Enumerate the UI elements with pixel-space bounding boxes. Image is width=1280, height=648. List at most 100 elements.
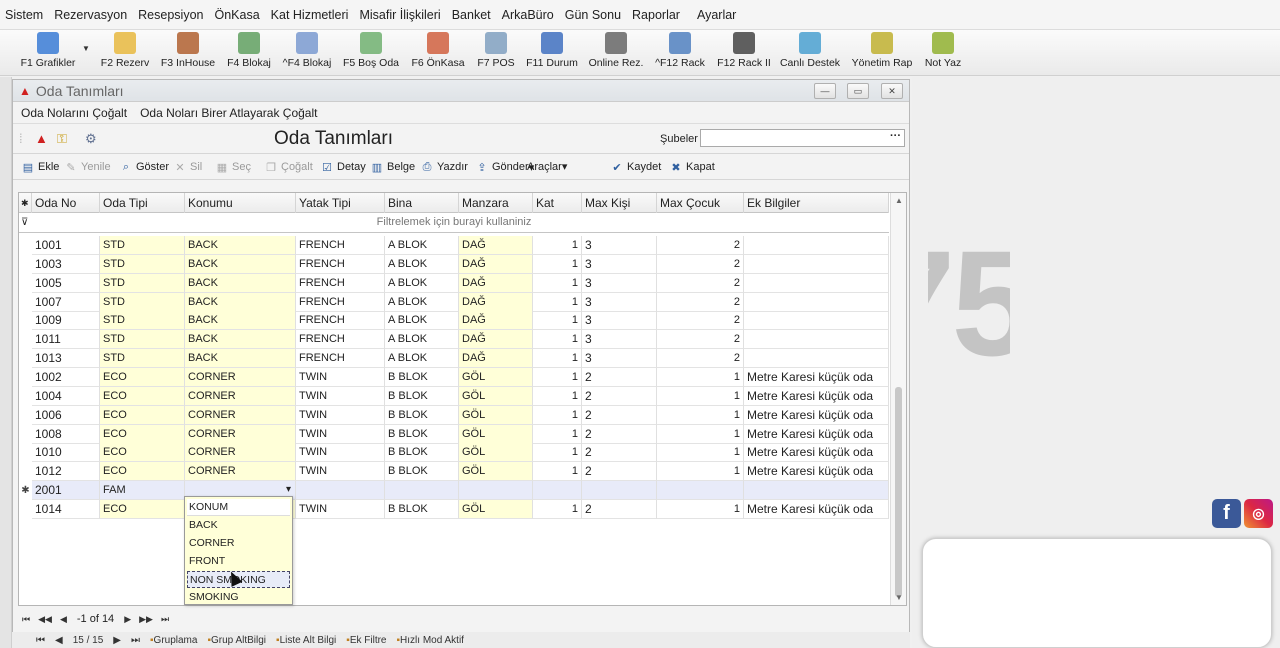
cell-konumu[interactable]: CORNER [185,405,296,425]
cell-max-ocuk[interactable]: 2 [657,311,744,331]
cell-kat[interactable]: 1 [533,405,582,425]
cell-yatak-tipi[interactable]: TWIN [296,462,385,482]
cell-manzara[interactable]: GÖL [459,386,533,406]
menu-ayarlar[interactable]: Ayarlar [694,8,739,22]
action-kaydet[interactable]: ✔ Kaydet [610,160,661,174]
status-liste-alt-bilgi[interactable]: ▪ Liste Alt Bilgi [276,635,336,646]
logo-small-icon[interactable]: ▲ [35,131,48,146]
prev-icon[interactable]: ◀ [55,635,63,646]
next-page-icon[interactable]: ▶▶ [139,614,153,625]
cell-max-ocuk[interactable]: 1 [657,405,744,425]
column-header-manzara[interactable]: Manzara [459,193,533,213]
cell-oda-no[interactable]: 1006 [32,405,100,425]
status-h-zl-mod-aktif[interactable]: ▪ Hızlı Mod Aktif [397,635,464,646]
cell-max-ki-i[interactable]: 3 [582,292,657,312]
column-header-max-ki-i[interactable]: Max Kişi [582,193,657,213]
column-header-kat[interactable]: Kat [533,193,582,213]
cell-yatak-tipi[interactable]: FRENCH [296,311,385,331]
cell-max-ki-i[interactable]: 2 [582,443,657,463]
cell-oda-tipi[interactable]: STD [100,330,185,350]
cell-max-ki-i[interactable]: 2 [582,424,657,444]
menu-raporlar[interactable]: Raporlar [629,8,683,22]
last-record-icon[interactable]: ⏭ [161,614,169,625]
cell-ek-bilgiler[interactable]: Metre Karesi küçük oda [744,367,889,387]
cell-konumu[interactable]: BACK [185,349,296,369]
cell-manzara[interactable]: DAĞ [459,292,533,312]
cell-kat[interactable]: 1 [533,349,582,369]
cell-manzara[interactable]: GÖL [459,405,533,425]
first-icon[interactable]: ⏮ [36,635,45,646]
cell-max-ocuk[interactable]: 2 [657,330,744,350]
cell-ek-bilgiler[interactable]: Metre Karesi küçük oda [744,386,889,406]
table-row[interactable]: 1007 STD BACK FRENCH A BLOK DAĞ 1 3 2 [19,292,889,312]
cell-max-ocuk[interactable]: 1 [657,424,744,444]
cell-manzara[interactable] [459,481,533,500]
cell-yatak-tipi[interactable]: TWIN [296,405,385,425]
cell-kat[interactable]: 1 [533,462,582,482]
cell-yatak-tipi[interactable]: FRENCH [296,292,385,312]
cell-ek-bilgiler[interactable]: Metre Karesi küçük oda [744,500,889,519]
toolbar-button-f4-blokaj[interactable]: F4 Blokaj [227,32,271,74]
dropdown-option-front[interactable]: FRONT [187,553,290,570]
cell-bina[interactable]: B BLOK [385,367,459,387]
cell-oda-no[interactable]: 1008 [32,424,100,444]
subeler-input[interactable]: ··· [700,129,905,147]
toolbar-button-f12-rack[interactable]: ^F12 Rack [655,32,705,74]
cell-yatak-tipi[interactable]: FRENCH [296,349,385,369]
settings-icon[interactable]: ⚙ [85,131,97,147]
toolbar-button-not-yaz[interactable]: Not Yaz [925,32,961,74]
cell-oda-tipi[interactable]: STD [100,273,185,293]
cell-kat[interactable] [533,481,582,500]
cell-ek-bilgiler[interactable] [744,330,889,350]
next-icon[interactable]: ▶ [113,635,121,646]
status-ek-filtre[interactable]: ▪ Ek Filtre [346,635,386,646]
toolbar-button-f4-blokaj[interactable]: ^F4 Blokaj [283,32,331,74]
toolbar-button-f11-durum[interactable]: F11 Durum [526,32,578,74]
table-row[interactable]: 1001 STD BACK FRENCH A BLOK DAĞ 1 3 2 [19,236,889,255]
cell-bina[interactable]: B BLOK [385,443,459,463]
cell-manzara[interactable]: GÖL [459,443,533,463]
cell-ek-bilgiler[interactable] [744,254,889,274]
scroll-up-icon[interactable]: ▲ [895,196,903,205]
toolbar-button-y-netim-rap[interactable]: Yönetim Rap [852,32,912,74]
column-header-ek-bilgiler[interactable]: Ek Bilgiler [744,193,889,213]
next-record-icon[interactable]: ▶ [124,614,131,625]
cell-yatak-tipi[interactable]: FRENCH [296,273,385,293]
vertical-scrollbar[interactable]: ▲ ▼ [890,193,906,605]
cell-oda-no[interactable]: 1004 [32,386,100,406]
table-row[interactable]: 1003 STD BACK FRENCH A BLOK DAĞ 1 3 2 [19,254,889,274]
cell-bina[interactable]: A BLOK [385,311,459,331]
scroll-thumb[interactable] [895,387,902,597]
menu-resepsiyon[interactable]: Resepsiyon [135,8,206,22]
last-icon[interactable]: ⏭ [131,635,140,646]
prev-record-icon[interactable]: ◀ [60,614,67,625]
cell-bina[interactable]: A BLOK [385,273,459,293]
cell-kat[interactable]: 1 [533,311,582,331]
cell-kat[interactable]: 1 [533,330,582,350]
cell-yatak-tipi[interactable]: TWIN [296,386,385,406]
cell-kat[interactable]: 1 [533,236,582,255]
action-g-nder[interactable]: ⇪ Gönder ▾ [475,160,534,174]
toolbar-button-f7-pos[interactable]: F7 POS [477,32,515,74]
submenu-atlayarak-cogalt[interactable]: Oda Noları Birer Atlayarak Çoğalt [140,106,317,120]
cell-konumu[interactable]: CORNER [185,386,296,406]
cell-ek-bilgiler[interactable] [744,349,889,369]
cell-oda-tipi[interactable]: ECO [100,500,185,519]
cell-max-ki-i[interactable]: 2 [582,405,657,425]
toolbar-button-f12-rack-ii[interactable]: F12 Rack II [717,32,771,74]
cell-kat[interactable]: 1 [533,500,582,519]
cell-bina[interactable]: A BLOK [385,236,459,255]
cell-ek-bilgiler[interactable]: Metre Karesi küçük oda [744,424,889,444]
cell-kat[interactable]: 1 [533,254,582,274]
cell-kat[interactable]: 1 [533,367,582,387]
cell-max-ki-i[interactable]: 3 [582,236,657,255]
table-row[interactable]: 1011 STD BACK FRENCH A BLOK DAĞ 1 3 2 [19,330,889,350]
cell-max-ki-i[interactable]: 2 [582,500,657,519]
toolbar-button-f5-bo-oda[interactable]: F5 Boş Oda [343,32,399,74]
maximize-button[interactable]: ▭ [847,83,869,99]
cell-max-ki-i[interactable]: 3 [582,311,657,331]
close-window-button[interactable]: ✕ [881,83,903,99]
cell-max-ocuk[interactable]: 2 [657,236,744,255]
dropdown-option-back[interactable]: BACK [187,517,290,534]
cell-max-ki-i[interactable]: 3 [582,349,657,369]
